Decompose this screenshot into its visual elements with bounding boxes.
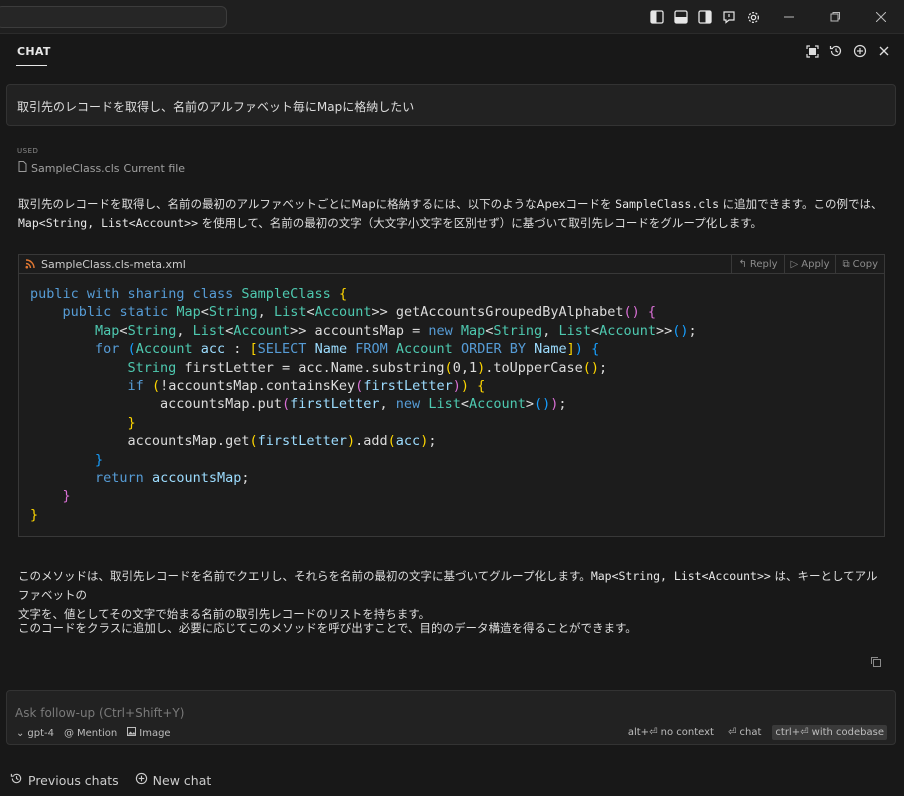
code-block-header: SampleClass.cls-meta.xml ↰ Reply ▷ Apply ⧉… <box>19 255 884 274</box>
used-context-label: USED <box>17 147 39 155</box>
title-bar <box>0 0 904 34</box>
context-file-note: Current file <box>123 161 186 175</box>
command-center-search[interactable] <box>0 6 227 28</box>
sidebar-right-icon[interactable] <box>694 6 716 28</box>
copy-label: Copy <box>852 259 878 270</box>
history-icon <box>10 772 23 788</box>
model-name: gpt-4 <box>27 727 54 739</box>
copy-button[interactable]: ⧉ Copy <box>835 255 884 274</box>
submit-options: alt+⏎ no context ⏎ chat ctrl+⏎ with code… <box>625 725 887 740</box>
inline-code-filename: SampleClass.cls <box>615 197 720 211</box>
close-icon[interactable] <box>858 0 904 34</box>
input-tools: ⌄ gpt-4 @ Mention Image <box>16 727 171 739</box>
new-chat-button[interactable]: New chat <box>135 772 212 788</box>
mention-label: Mention <box>76 727 118 739</box>
history-icon[interactable] <box>828 43 844 59</box>
feedback-icon[interactable] <box>718 6 740 28</box>
outro-text-a: このメソッドは、取引先レコードを名前でクエリし、それらを名前の最初の文字に基づい… <box>18 569 591 583</box>
reply-label: Reply <box>749 259 778 270</box>
chat-footer: Previous chats New chat <box>10 772 211 788</box>
code-actions: ↰ Reply ▷ Apply ⧉ Copy <box>731 255 884 274</box>
context-file-name: SampleClass.cls <box>31 161 120 175</box>
close-icon[interactable] <box>876 43 892 59</box>
code-block: SampleClass.cls-meta.xml ↰ Reply ▷ Apply ⧉… <box>18 254 885 537</box>
follow-up-box: ⌄ gpt-4 @ Mention Image alt+⏎ no context… <box>6 690 896 745</box>
intro-text-c: を使用して、名前の最初の文字（大文字小文字を区別せず）に基づいて取引先レコードを… <box>198 216 763 230</box>
code-content: public with sharing class SampleClass { … <box>30 286 697 523</box>
mention-button[interactable]: @ Mention <box>64 728 117 739</box>
response-intro: 取引先のレコードを取得し、名前の最初のアルファベットごとにMapに格納するには、… <box>18 195 888 233</box>
panel-bottom-icon[interactable] <box>670 6 692 28</box>
user-message: 取引先のレコードを取得し、名前のアルファベット毎にMapに格納したい <box>6 84 896 126</box>
intro-text-a: 取引先のレコードを取得し、名前の最初のアルファベットごとにMapに格納するには、… <box>18 197 616 211</box>
follow-up-input[interactable] <box>15 704 615 722</box>
at-icon: @ <box>63 727 74 739</box>
chevron-down-icon: ⌄ <box>16 727 25 739</box>
image-label: Image <box>139 727 171 739</box>
copy-icon: ⧉ <box>842 259 850 270</box>
copy-response-icon[interactable] <box>870 656 884 670</box>
plus-circle-icon <box>135 772 148 788</box>
minimize-icon[interactable] <box>766 0 812 34</box>
sidebar-left-icon[interactable] <box>646 6 668 28</box>
previous-chats-label: Previous chats <box>28 772 119 788</box>
context-file[interactable]: SampleClass.cls Current file <box>18 161 185 175</box>
maximize-icon[interactable] <box>804 43 820 59</box>
apply-button[interactable]: ▷ Apply <box>783 255 836 274</box>
chat-header: CHAT <box>0 34 904 72</box>
chat-tab[interactable]: CHAT <box>17 45 51 58</box>
new-chat-label: New chat <box>152 772 212 788</box>
title-bar-controls <box>646 0 904 34</box>
no-context-option[interactable]: alt+⏎ no context <box>625 725 717 740</box>
previous-chats-button[interactable]: Previous chats <box>10 772 119 788</box>
xml-file-icon <box>25 259 35 269</box>
reply-icon: ↰ <box>738 259 747 270</box>
restore-icon[interactable] <box>812 0 858 34</box>
response-outro: このメソッドは、取引先レコードを名前でクエリし、それらを名前の最初の文字に基づい… <box>18 567 888 624</box>
code-file-name: SampleClass.cls-meta.xml <box>41 257 186 271</box>
inline-code-map-type: Map<String, List<Account>> <box>18 216 199 230</box>
image-button[interactable]: Image <box>127 727 171 739</box>
chat-option[interactable]: ⏎ chat <box>725 725 764 740</box>
model-selector[interactable]: ⌄ gpt-4 <box>16 728 54 739</box>
codebase-option[interactable]: ctrl+⏎ with codebase <box>772 725 887 740</box>
gear-icon[interactable] <box>742 6 764 28</box>
image-icon <box>127 727 137 739</box>
file-icon <box>18 161 27 175</box>
inline-code-map-type-2: Map<String, List<Account>> <box>590 569 771 583</box>
response-closing: このコードをクラスに追加し、必要に応じてこのメソッドを呼び出すことで、目的のデー… <box>18 621 637 635</box>
play-icon: ▷ <box>790 259 799 270</box>
intro-text-b: に追加できます。この例では、 <box>719 197 883 211</box>
apply-label: Apply <box>801 259 830 270</box>
active-tab-indicator <box>16 65 47 66</box>
plus-circle-icon[interactable] <box>852 43 868 59</box>
reply-button[interactable]: ↰ Reply <box>731 255 783 274</box>
chat-header-actions <box>804 43 892 59</box>
